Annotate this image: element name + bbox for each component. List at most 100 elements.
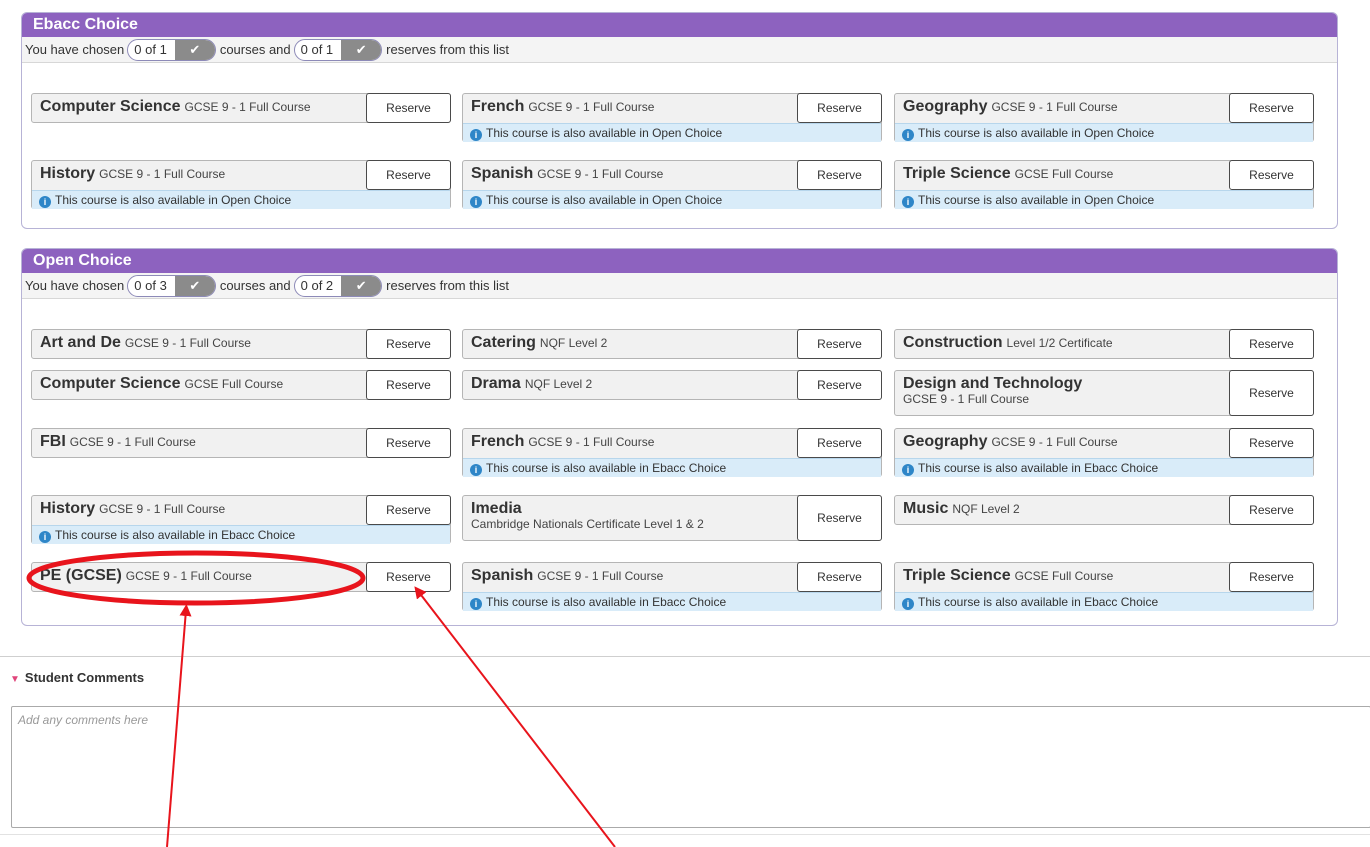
course-name: French [471,98,525,115]
reserve-button[interactable]: Reserve [1229,495,1314,525]
note-text: This course is also available in Open Ch… [918,126,1155,140]
bottom-divider [0,834,1370,835]
course-level: GCSE 9 - 1 Full Course [125,569,252,583]
course-level: NQF Level 2 [952,502,1020,516]
note-text: This course is also available in Ebacc C… [486,461,727,475]
reserve-button[interactable]: Reserve [797,93,882,123]
course-level: Level 1/2 Certificate [1006,336,1113,350]
course-name: History [40,165,96,182]
check-icon [189,42,200,58]
availability-note: This course is also available in Open Ch… [32,190,450,209]
course-name: Geography [903,98,988,115]
reserve-button[interactable]: Reserve [1229,160,1314,190]
course-card-geography: Geography GCSE 9 - 1 Full Course Reserve … [894,93,1314,142]
reserve-button[interactable]: Reserve [366,160,451,190]
student-comments-toggle[interactable]: Student Comments [10,670,144,685]
course-card-design-and-technology: Design and Technology GCSE 9 - 1 Full Cou… [894,370,1314,416]
course-card-imedia: Imedia Cambridge Nationals Certificate Le… [462,495,882,541]
reserve-button[interactable]: Reserve [366,428,451,458]
courses-mid-text: courses and [219,278,291,293]
info-icon [39,531,51,543]
info-icon [470,598,482,610]
reserve-button[interactable]: Reserve [366,495,451,525]
reserve-button[interactable]: Reserve [797,562,882,592]
course-card-art-and-design: Art and De GCSE 9 - 1 Full Course Reserve [31,329,451,359]
course-level: GCSE 9 - 1 Full Course [991,100,1118,114]
course-card-geography: Geography GCSE 9 - 1 Full Course Reserve … [894,428,1314,477]
reserves-counter[interactable]: 0 of 1 [293,38,383,61]
course-card-music: Music NQF Level 2 Reserve [894,495,1314,525]
course-name: French [471,433,525,450]
courses-counter[interactable]: 0 of 1 [127,38,216,61]
availability-note: This course is also available in Ebacc C… [463,458,881,477]
chosen-summary: You have chosen 0 of 1 courses and 0 of … [22,37,1337,63]
availability-note: This course is also available in Open Ch… [895,123,1313,142]
course-level: GCSE 9 - 1 Full Course [537,569,664,583]
course-name: Drama [471,375,521,392]
course-name: Art and De [40,334,121,351]
course-card-catering: Catering NQF Level 2 Reserve [462,329,882,359]
course-name: Construction [903,334,1003,351]
info-icon [39,196,51,208]
reserve-button[interactable]: Reserve [366,562,451,592]
student-comments-label: Student Comments [24,670,145,685]
courses-check-button[interactable] [174,39,215,60]
section-divider [0,656,1370,657]
reserves-counter[interactable]: 0 of 2 [293,274,383,297]
info-icon [902,196,914,208]
course-level: GCSE 9 - 1 Full Course [184,100,311,114]
note-text: This course is also available in Open Ch… [918,193,1155,207]
reserve-button[interactable]: Reserve [1229,428,1314,458]
chosen-summary: You have chosen 0 of 3 courses and 0 of … [22,273,1337,299]
course-level: GCSE Full Course [1014,569,1114,583]
course-card-drama: Drama NQF Level 2 Reserve [462,370,882,400]
reserve-button[interactable]: Reserve [1229,370,1314,416]
reserve-button[interactable]: Reserve [797,160,882,190]
check-icon [189,278,200,294]
course-level: Cambridge Nationals Certificate Level 1 … [471,517,704,531]
reserve-button[interactable]: Reserve [1229,93,1314,123]
reserve-button[interactable]: Reserve [797,428,882,458]
note-text: This course is also available in Ebacc C… [918,461,1159,475]
courses-mid-text: courses and [219,42,291,57]
student-comments-input[interactable] [11,706,1370,828]
course-name: Spanish [471,165,534,182]
panel-title: Ebacc Choice [22,13,1337,37]
availability-note: This course is also available in Ebacc C… [463,592,881,611]
reserve-button[interactable]: Reserve [1229,329,1314,359]
reserve-button[interactable]: Reserve [1229,562,1314,592]
info-icon [902,464,914,476]
course-level: GCSE 9 - 1 Full Course [537,167,664,181]
info-icon [470,196,482,208]
chosen-prefix: You have chosen [25,42,125,57]
courses-count: 0 of 1 [134,41,167,57]
reserves-check-button[interactable] [341,39,382,60]
info-icon [902,129,914,141]
panel-title: Open Choice [22,249,1337,273]
note-text: This course is also available in Ebacc C… [486,595,727,609]
reserve-button[interactable]: Reserve [366,329,451,359]
reserve-button[interactable]: Reserve [366,93,451,123]
course-level: NQF Level 2 [524,377,593,391]
course-name: Music [903,500,949,517]
course-card-triple-science: Triple ScienceGCSE Full Course Reserve T… [894,160,1314,209]
reserves-suffix-text: reserves from this list [386,278,509,293]
course-level: GCSE Full Course [184,377,284,391]
course-card-history: HistoryGCSE 9 - 1 Full Course Reserve Th… [31,495,451,544]
course-card-spanish: SpanishGCSE 9 - 1 Full Course Reserve Th… [462,160,882,209]
reserve-button[interactable]: Reserve [797,495,882,541]
note-text: This course is also available in Ebacc C… [55,528,296,542]
reserves-check-button[interactable] [341,275,382,296]
availability-note: This course is also available in Open Ch… [463,123,881,142]
reserve-button[interactable]: Reserve [797,370,882,400]
course-level: GCSE 9 - 1 Full Course [991,435,1118,449]
course-level: GCSE Full Course [1014,167,1114,181]
course-name: Computer Science [40,98,181,115]
courses-counter[interactable]: 0 of 3 [127,274,216,297]
course-card-fbi: FBI GCSE 9 - 1 Full Course Reserve [31,428,451,458]
course-level: GCSE 9 - 1 Full Course [903,392,1030,406]
courses-check-button[interactable] [174,275,215,296]
reserve-button[interactable]: Reserve [366,370,451,400]
reserve-button[interactable]: Reserve [797,329,882,359]
note-text: This course is also available in Open Ch… [486,193,723,207]
